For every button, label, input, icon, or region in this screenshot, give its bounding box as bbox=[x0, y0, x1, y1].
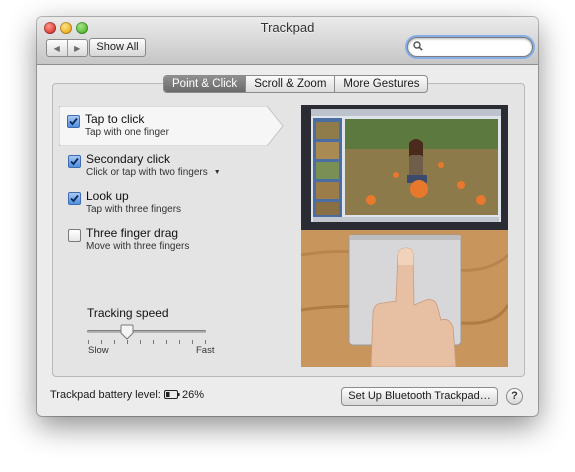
gesture-title: Secondary click bbox=[86, 152, 171, 166]
gesture-look-up[interactable]: Look up Tap with three fingers bbox=[60, 183, 280, 221]
chevron-left-icon: ◀ bbox=[53, 43, 60, 53]
tap-to-click-checkbox[interactable] bbox=[67, 115, 80, 128]
three-finger-drag-checkbox[interactable] bbox=[68, 229, 81, 242]
gesture-title: Three finger drag bbox=[86, 226, 179, 240]
tab-content-pane: Tap to click Tap with one finger Seconda… bbox=[52, 83, 525, 377]
slider-tick bbox=[140, 340, 141, 344]
checkmark-icon bbox=[70, 194, 79, 203]
tab-scroll-and-zoom[interactable]: Scroll & Zoom bbox=[245, 76, 334, 92]
search-icon bbox=[413, 41, 423, 51]
slider-tick bbox=[166, 340, 167, 344]
slider-min-label: Slow bbox=[88, 345, 109, 356]
battery-icon bbox=[164, 390, 180, 399]
look-up-checkbox[interactable] bbox=[68, 192, 81, 205]
gesture-subtitle: Move with three fingers bbox=[86, 241, 190, 252]
forward-button[interactable]: ▶ bbox=[66, 40, 88, 56]
gesture-secondary-click[interactable]: Secondary click Click or tap with two fi… bbox=[60, 146, 280, 184]
gesture-preview-video bbox=[301, 105, 508, 367]
search-input[interactable] bbox=[425, 39, 525, 54]
tab-bar: Point & Click Scroll & Zoom More Gesture… bbox=[163, 75, 429, 93]
preferences-window: Trackpad ◀ ▶ Show All Point & Click Scro… bbox=[37, 17, 538, 416]
gesture-subtitle-menu[interactable]: Click or tap with two fingers ▼ bbox=[86, 167, 221, 178]
tracking-speed-label: Tracking speed bbox=[87, 306, 169, 320]
gesture-subtitle: Tap with one finger bbox=[85, 127, 169, 138]
checkmark-icon bbox=[70, 157, 79, 166]
slider-tick bbox=[127, 340, 128, 344]
slider-tick bbox=[192, 340, 193, 344]
secondary-click-checkbox[interactable] bbox=[68, 155, 81, 168]
window-title: Trackpad bbox=[260, 20, 315, 35]
slider-max-label: Fast bbox=[196, 345, 215, 356]
battery-level-value: 26% bbox=[182, 389, 205, 401]
tab-point-and-click[interactable]: Point & Click bbox=[164, 76, 246, 92]
slider-tick bbox=[114, 340, 115, 344]
gesture-tap-to-click[interactable]: Tap to click Tap with one finger bbox=[59, 106, 284, 146]
title-bar: Trackpad ◀ ▶ Show All bbox=[37, 17, 538, 65]
dropdown-arrow-icon: ▼ bbox=[213, 169, 221, 176]
gesture-title: Look up bbox=[86, 189, 129, 203]
back-forward-control: ◀ ▶ bbox=[46, 39, 88, 57]
slider-tick bbox=[88, 340, 89, 344]
slider-tick bbox=[153, 340, 154, 344]
gesture-three-finger-drag[interactable]: Three finger drag Move with three finger… bbox=[60, 220, 280, 258]
back-button[interactable]: ◀ bbox=[47, 40, 67, 56]
set-up-bluetooth-trackpad-button[interactable]: Set Up Bluetooth Trackpad… bbox=[341, 387, 498, 406]
gesture-subtitle: Tap with three fingers bbox=[86, 204, 182, 215]
slider-tick bbox=[179, 340, 180, 344]
slider-track bbox=[87, 330, 206, 333]
checkmark-icon bbox=[69, 117, 78, 126]
battery-level-label: Trackpad battery level: bbox=[50, 389, 161, 401]
show-all-button[interactable]: Show All bbox=[89, 38, 146, 57]
chevron-right-icon: ▶ bbox=[74, 43, 81, 53]
gesture-title: Tap to click bbox=[85, 112, 145, 126]
slider-tick bbox=[205, 340, 206, 344]
gesture-subtitle: Click or tap with two fingers bbox=[86, 167, 208, 178]
search-field[interactable] bbox=[407, 37, 533, 57]
slider-knob[interactable] bbox=[120, 324, 134, 340]
tab-more-gestures[interactable]: More Gestures bbox=[334, 76, 427, 92]
help-button[interactable]: ? bbox=[506, 388, 523, 405]
slider-tick bbox=[101, 340, 102, 344]
